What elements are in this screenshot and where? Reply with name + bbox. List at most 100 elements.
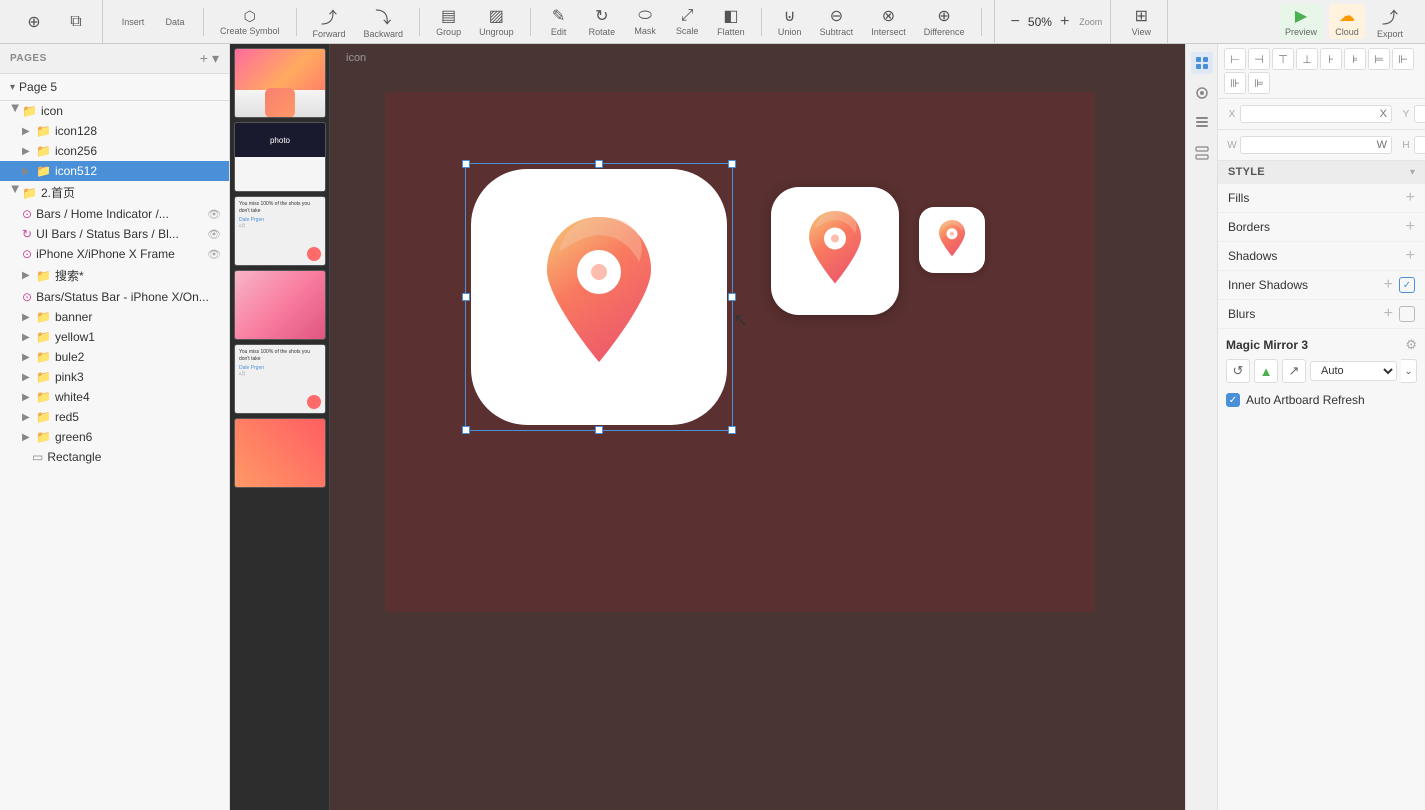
cloud-button[interactable]: ☁ Cloud bbox=[1329, 4, 1365, 39]
dist-horiz-btn[interactable]: ⊨ bbox=[1368, 48, 1390, 70]
make-same-width-btn[interactable]: ⊪ bbox=[1224, 72, 1246, 94]
layer-arrow-banner[interactable]: ▶ bbox=[22, 312, 36, 323]
layer-yellow1[interactable]: ▶ 📁 yellow1 bbox=[0, 327, 229, 347]
layer-arrow-yellow1[interactable]: ▶ bbox=[22, 332, 36, 343]
large-icon-container[interactable] bbox=[471, 169, 727, 425]
canvas-area[interactable]: icon bbox=[330, 44, 1185, 810]
fills-add-btn[interactable]: + bbox=[1406, 189, 1415, 207]
magic-mirror-gear-btn[interactable]: ⚙ bbox=[1405, 337, 1417, 353]
app-icon-small[interactable] bbox=[919, 207, 985, 273]
data-button[interactable]: Data bbox=[157, 14, 193, 29]
inner-shadows-row[interactable]: Inner Shadows + ✓ bbox=[1218, 271, 1425, 300]
align-top-btn[interactable]: ⊥ bbox=[1296, 48, 1318, 70]
align-left-btn[interactable]: ⊢ bbox=[1224, 48, 1246, 70]
borders-add-btn[interactable]: + bbox=[1406, 218, 1415, 236]
layer-rectangle[interactable]: ▭ Rectangle bbox=[0, 447, 229, 467]
layer-arrow-icon[interactable]: ▶ bbox=[10, 104, 21, 118]
fills-row[interactable]: Fills + bbox=[1218, 184, 1425, 213]
handle-bottom-right[interactable] bbox=[728, 426, 736, 434]
backward-button[interactable]: ⤵ Backward bbox=[358, 2, 410, 41]
create-symbol-button[interactable]: ⬡ Create Symbol bbox=[214, 6, 286, 38]
forward-button[interactable]: ⤴ Forward bbox=[307, 2, 352, 41]
shadows-add-btn[interactable]: + bbox=[1406, 247, 1415, 265]
handle-middle-right[interactable] bbox=[728, 293, 736, 301]
shadows-row[interactable]: Shadows + bbox=[1218, 242, 1425, 271]
borders-row[interactable]: Borders + bbox=[1218, 213, 1425, 242]
mask-button[interactable]: ⬭ Mask bbox=[627, 5, 663, 38]
mm-refresh-btn[interactable]: ↺ bbox=[1226, 359, 1250, 383]
layer-ui-bars[interactable]: ↻ UI Bars / Status Bars / Bl... 👁 bbox=[0, 224, 229, 244]
handle-top-right[interactable] bbox=[728, 160, 736, 168]
layer-2-shouye[interactable]: ▶ 📁 2.首页 bbox=[0, 181, 229, 204]
layer-arrow-green6[interactable]: ▶ bbox=[22, 432, 36, 443]
handle-top-left[interactable] bbox=[462, 160, 470, 168]
dist-vert-btn[interactable]: ⊩ bbox=[1392, 48, 1414, 70]
intersect-button[interactable]: ⊗ Intersect bbox=[865, 4, 912, 39]
layer-arrow-search[interactable]: ▶ bbox=[22, 270, 36, 281]
layer-icon256[interactable]: ▶ 📁 icon256 bbox=[0, 141, 229, 161]
thumbnail-4[interactable] bbox=[234, 270, 326, 340]
blurs-row[interactable]: Blurs + bbox=[1218, 300, 1425, 329]
layer-iphone-x[interactable]: ⊙ iPhone X/iPhone X Frame 👁 bbox=[0, 244, 229, 264]
handle-middle-left[interactable] bbox=[462, 293, 470, 301]
layer-arrow-2shouye[interactable]: ▶ bbox=[10, 186, 21, 200]
group-button[interactable]: ▤ Group bbox=[430, 4, 467, 39]
difference-button[interactable]: ⊕ Difference bbox=[918, 4, 971, 39]
align-middle-btn[interactable]: ⊦ bbox=[1320, 48, 1342, 70]
layer-arrow-bule2[interactable]: ▶ bbox=[22, 352, 36, 363]
mm-arrow-btn[interactable]: ↗ bbox=[1282, 359, 1306, 383]
mm-mountain-btn[interactable]: ▲ bbox=[1254, 359, 1278, 383]
page-selector[interactable]: ▾ Page 5 bbox=[0, 74, 229, 101]
layer-bars-home[interactable]: ⊙ Bars / Home Indicator /... 👁 bbox=[0, 204, 229, 224]
layer-arrow-icon256[interactable]: ▶ bbox=[22, 146, 36, 157]
arrange-icon-btn[interactable] bbox=[1191, 142, 1213, 164]
align-center-btn[interactable]: ⊣ bbox=[1248, 48, 1270, 70]
layer-arrow-icon128[interactable]: ▶ bbox=[22, 126, 36, 137]
y-input[interactable] bbox=[1414, 105, 1425, 123]
union-button[interactable]: ⊍ Union bbox=[772, 4, 808, 39]
layers-button[interactable]: ⧉ bbox=[58, 11, 94, 33]
scale-button[interactable]: ⤢ Scale bbox=[669, 5, 705, 38]
visibility-icon-iphone[interactable]: 👁 bbox=[207, 248, 221, 261]
add-button[interactable]: ⊕ bbox=[16, 10, 52, 34]
align-bottom-btn[interactable]: ⊧ bbox=[1344, 48, 1366, 70]
h-input[interactable] bbox=[1414, 136, 1425, 154]
handle-top-middle[interactable] bbox=[595, 160, 603, 168]
layer-green6[interactable]: ▶ 📁 green6 bbox=[0, 427, 229, 447]
layer-icon128[interactable]: ▶ 📁 icon128 bbox=[0, 121, 229, 141]
make-same-height-btn[interactable]: ⊫ bbox=[1248, 72, 1270, 94]
w-input[interactable] bbox=[1240, 136, 1392, 154]
layer-white4[interactable]: ▶ 📁 white4 bbox=[0, 387, 229, 407]
layer-root-icon[interactable]: ▶ 📁 icon bbox=[0, 101, 229, 121]
layer-banner[interactable]: ▶ 📁 banner bbox=[0, 307, 229, 327]
add-page-button[interactable]: + bbox=[200, 50, 208, 67]
visibility-icon-ui[interactable]: 👁 bbox=[207, 228, 221, 241]
mm-auto-select[interactable]: Auto bbox=[1310, 361, 1397, 381]
edit-button[interactable]: ✎ Edit bbox=[541, 4, 577, 39]
thumbnail-3[interactable]: You miss 100% of the shots you don't tak… bbox=[234, 196, 326, 266]
layer-arrow-pink3[interactable]: ▶ bbox=[22, 372, 36, 383]
grid-icon-btn[interactable] bbox=[1191, 112, 1213, 134]
insert-button[interactable]: Insert bbox=[115, 14, 151, 29]
thumbnail-6[interactable] bbox=[234, 418, 326, 488]
inner-shadows-toggle[interactable]: ✓ bbox=[1399, 277, 1415, 293]
align-right-btn[interactable]: ⊤ bbox=[1272, 48, 1294, 70]
layer-bule2[interactable]: ▶ 📁 bule2 bbox=[0, 347, 229, 367]
inner-shadows-add-btn[interactable]: + bbox=[1384, 276, 1393, 294]
style-dropdown-arrow[interactable]: ▾ bbox=[1410, 167, 1415, 178]
layer-pink3[interactable]: ▶ 📁 pink3 bbox=[0, 367, 229, 387]
app-icon-medium[interactable] bbox=[771, 187, 899, 315]
thumbnail-2[interactable]: photo bbox=[234, 122, 326, 192]
layer-arrow-white4[interactable]: ▶ bbox=[22, 392, 36, 403]
thumbnail-1[interactable] bbox=[234, 48, 326, 118]
zoom-out-button[interactable]: − bbox=[1007, 11, 1024, 33]
thumbnail-5[interactable]: You miss 100% of the shots you don't tak… bbox=[234, 344, 326, 414]
visibility-icon-bars[interactable]: 👁 bbox=[207, 208, 221, 221]
subtract-button[interactable]: ⊖ Subtract bbox=[814, 4, 860, 39]
preview-button[interactable]: ▶ Preview bbox=[1279, 4, 1323, 39]
layer-arrow-red5[interactable]: ▶ bbox=[22, 412, 36, 423]
layer-search[interactable]: ▶ 📁 搜索* bbox=[0, 264, 229, 287]
flatten-button[interactable]: ◧ Flatten bbox=[711, 4, 751, 39]
mm-select-arrow-btn[interactable]: ⌄ bbox=[1401, 359, 1417, 383]
zoom-in-button[interactable]: + bbox=[1056, 11, 1073, 33]
